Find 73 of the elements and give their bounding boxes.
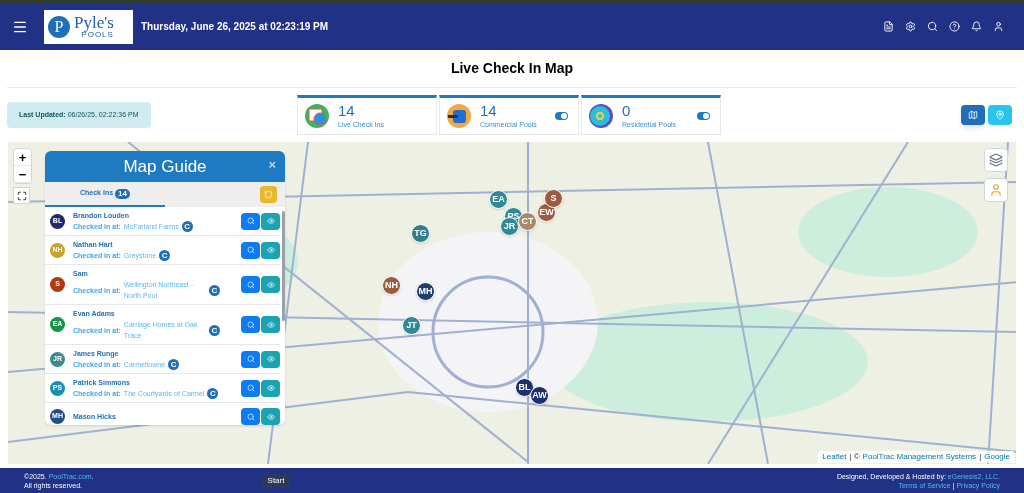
search-icon (246, 280, 255, 289)
eye-icon (266, 217, 275, 225)
person-icon (989, 183, 1003, 197)
view-button[interactable] (261, 241, 280, 259)
view-button[interactable] (261, 316, 280, 333)
type-badge: C (208, 284, 220, 296)
pin-icon (995, 110, 1005, 120)
search-icon (246, 384, 255, 392)
attribution-link[interactable]: Google (984, 451, 1010, 463)
type-badge: C (159, 250, 171, 261)
stat-count: 14 (338, 102, 356, 121)
start-button[interactable]: Start (261, 473, 291, 488)
eye-icon (266, 412, 275, 421)
attribution-link[interactable]: PoolTrac Management Systems (862, 451, 977, 463)
logo-name: Pyle's (74, 14, 114, 31)
help-icon[interactable] (949, 21, 960, 32)
calendar-clock-icon (304, 103, 330, 129)
close-button[interactable]: × (268, 158, 276, 171)
view-button[interactable] (261, 212, 280, 230)
search-button[interactable] (241, 350, 260, 368)
fullscreen-button[interactable] (13, 187, 30, 204)
search-icon (246, 412, 255, 421)
zoom-out-button[interactable]: − (14, 166, 31, 183)
notification-icon[interactable] (971, 21, 982, 32)
fullscreen-icon (16, 190, 27, 201)
search-button[interactable] (241, 316, 260, 333)
search-icon (246, 246, 255, 254)
toggle-switch[interactable] (555, 112, 568, 120)
pool-icon (588, 103, 614, 129)
attribution-text: | (979, 451, 982, 463)
stat-count: 0 (622, 102, 632, 121)
stat-count: 14 (480, 102, 498, 121)
logo-tagline: POOLS (81, 31, 114, 39)
user-icon[interactable] (993, 21, 1004, 32)
type-badge: C (207, 388, 219, 399)
document-icon[interactable] (883, 21, 894, 32)
eye-icon (266, 384, 275, 392)
toggle-switch[interactable] (697, 112, 710, 120)
pool-icon (446, 103, 472, 129)
search-button[interactable] (241, 241, 260, 259)
reset-icon (264, 190, 273, 199)
map-icon (968, 110, 978, 120)
eye-icon (266, 280, 275, 289)
search-button[interactable] (241, 408, 260, 425)
view-button[interactable] (261, 350, 280, 368)
type-badge: C (208, 324, 220, 336)
eye-icon (266, 320, 275, 329)
view-button[interactable] (261, 408, 280, 425)
map-view-button[interactable] (961, 105, 985, 125)
count-badge: 14 (115, 188, 130, 199)
attribution-text: | © (849, 451, 860, 463)
search-icon (246, 320, 255, 329)
view-button[interactable] (261, 276, 280, 293)
search-icon (246, 355, 255, 363)
view-button[interactable] (261, 379, 280, 397)
settings-icon[interactable] (905, 21, 916, 32)
search-icon (246, 217, 255, 225)
zoom-in-button[interactable]: + (14, 149, 31, 166)
search-icon[interactable] (927, 21, 938, 32)
search-button[interactable] (241, 276, 260, 293)
eye-icon (266, 355, 275, 363)
search-button[interactable] (241, 212, 260, 230)
search-button[interactable] (241, 379, 260, 397)
type-badge: C (168, 359, 180, 370)
layers-icon (989, 153, 1003, 167)
eye-icon (266, 246, 275, 254)
logo-mark: P (48, 15, 70, 38)
attribution-link[interactable]: Leaflet (822, 451, 847, 463)
current-datetime: Thursday, June 26, 2025 at 02:23:19 PM (141, 20, 329, 34)
layers-button[interactable] (984, 148, 1008, 172)
type-badge: C (181, 221, 193, 232)
page-title: Live Check In Map (450, 59, 574, 78)
panel-title: Map Guide (123, 155, 207, 178)
